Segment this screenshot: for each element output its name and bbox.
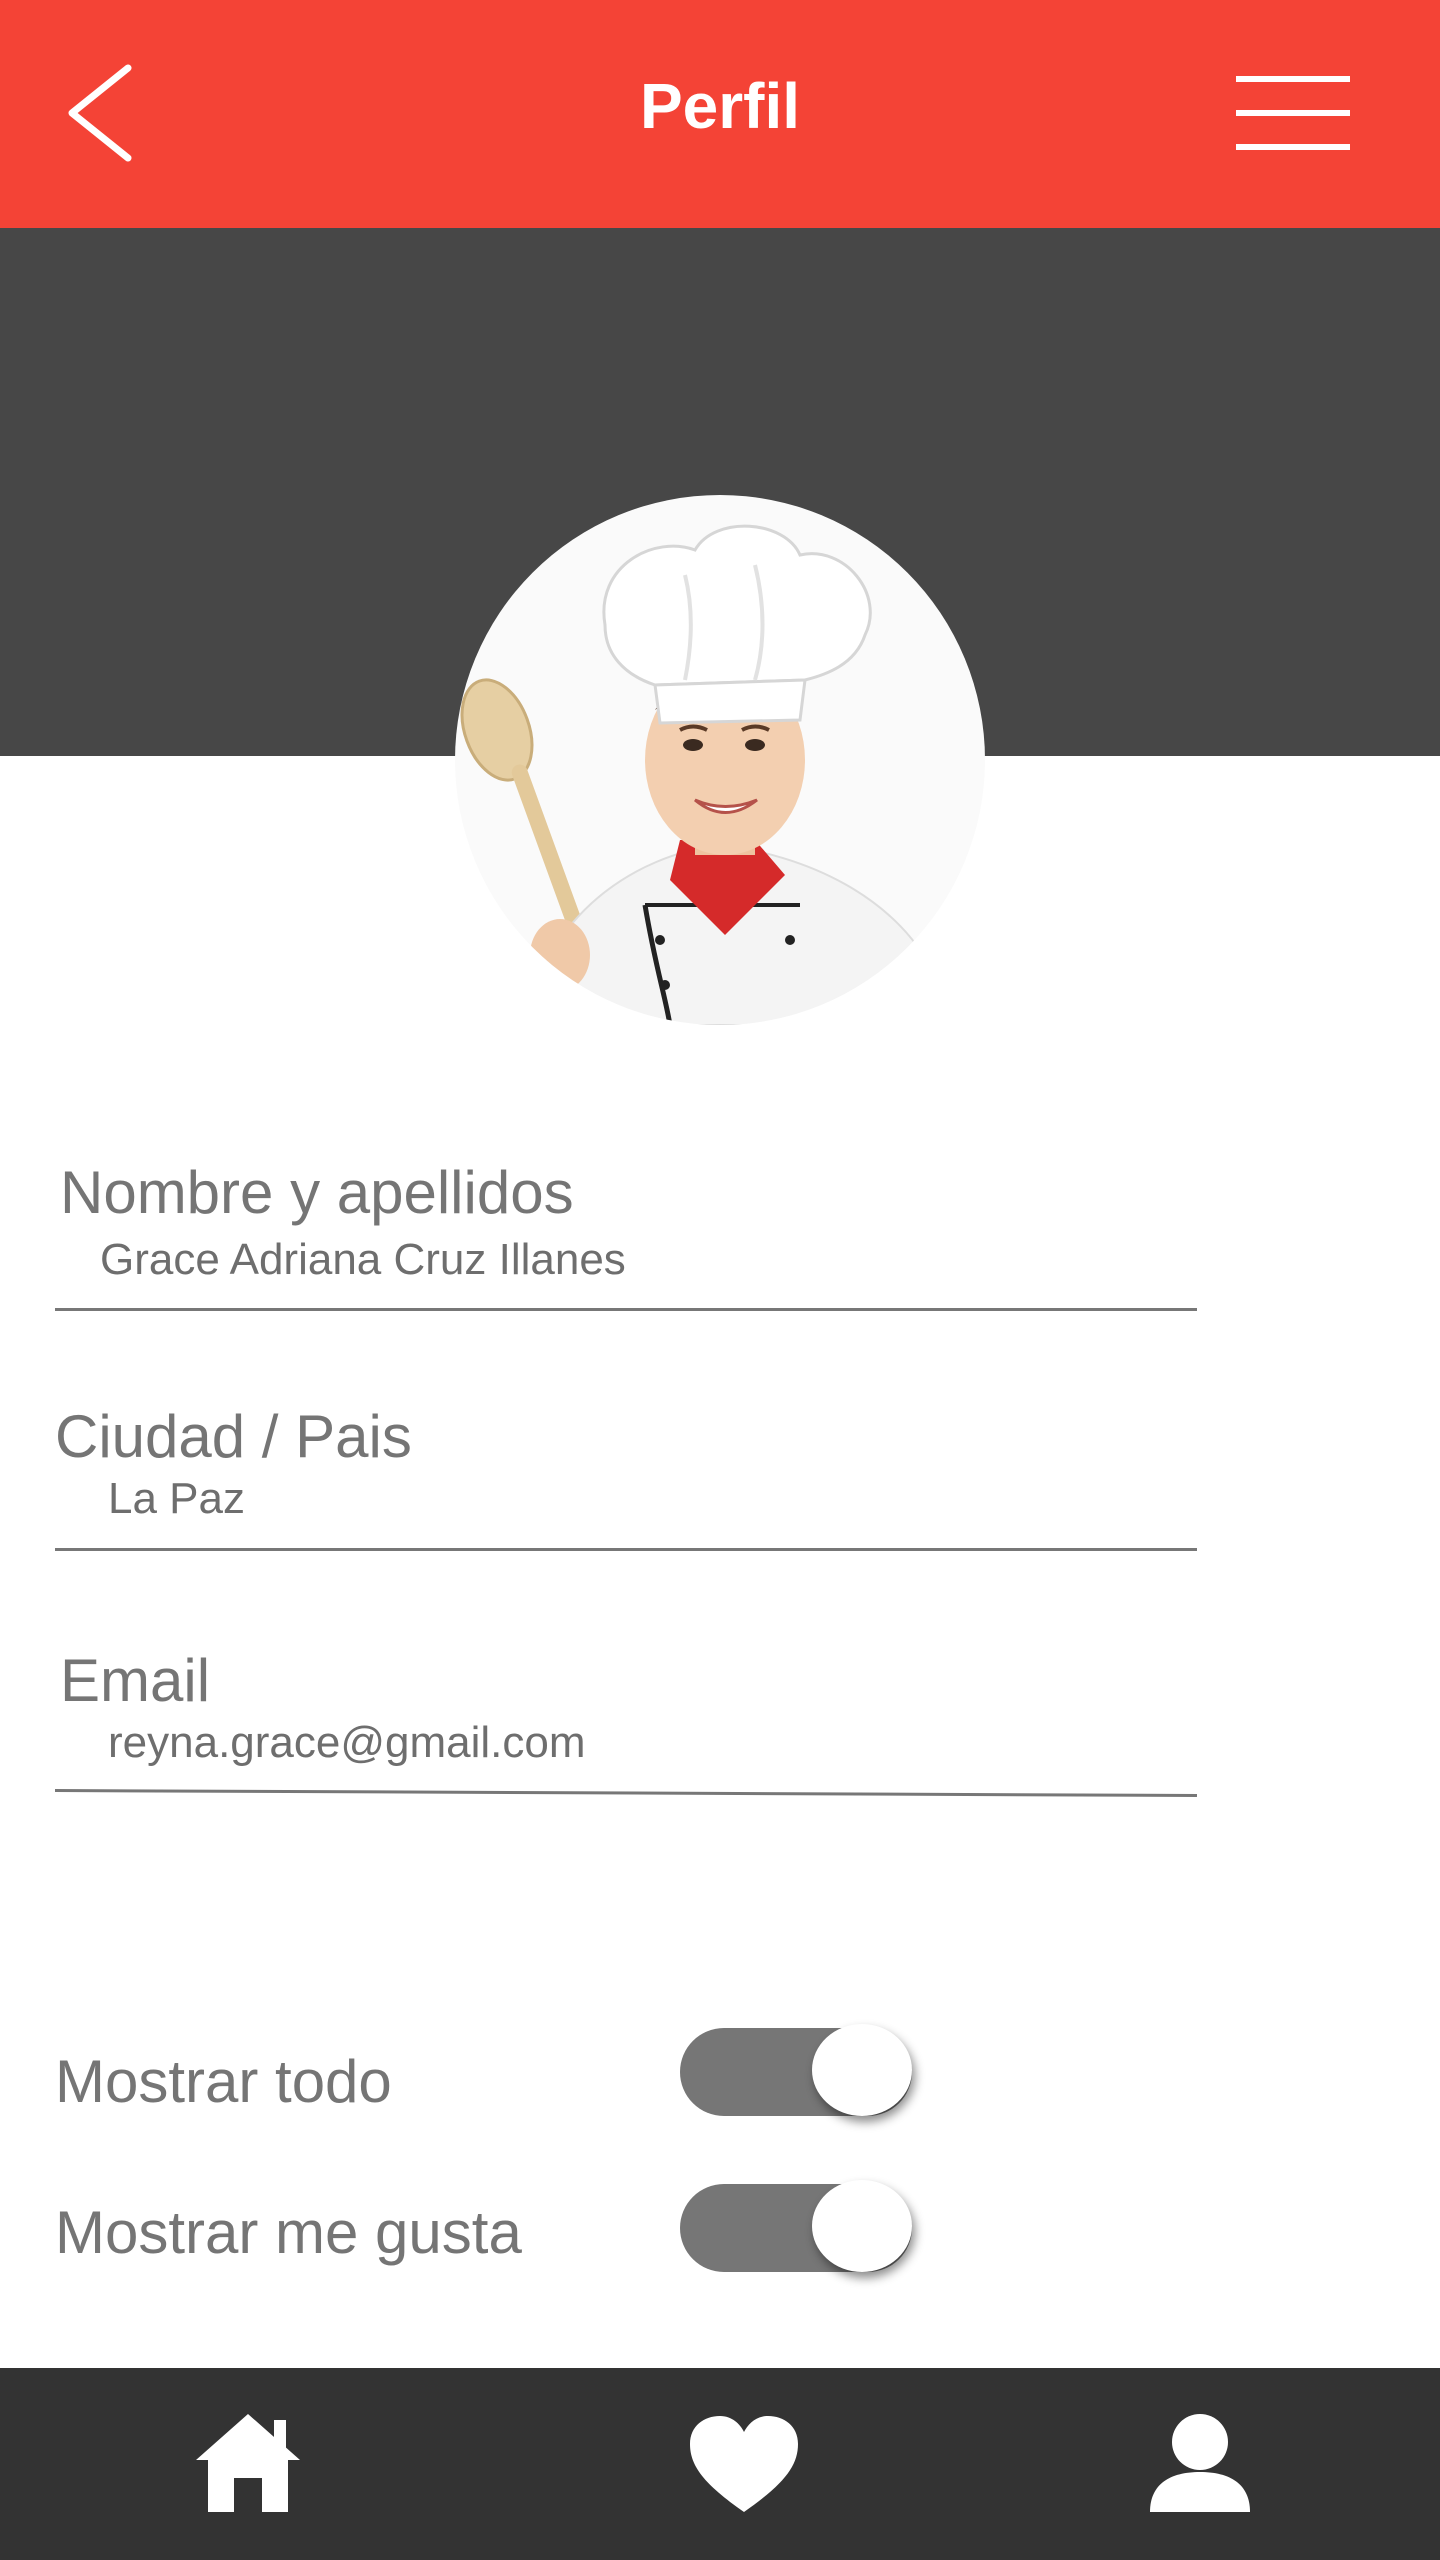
email-field-label: Email <box>60 1647 211 1714</box>
show-likes-toggle[interactable] <box>680 2180 912 2272</box>
bottom-nav <box>0 2368 1440 2560</box>
nav-home-button[interactable] <box>188 2408 308 2518</box>
show-all-label: Mostrar todo <box>55 2048 392 2115</box>
back-button[interactable] <box>56 58 146 168</box>
email-field-input[interactable] <box>108 1716 1188 1770</box>
home-icon <box>196 2414 300 2512</box>
city-field-input[interactable] <box>108 1472 1188 1526</box>
chef-woman-avatar <box>460 524 957 1025</box>
name-field-input[interactable] <box>100 1233 1190 1287</box>
show-likes-toggle-thumb <box>812 2180 912 2272</box>
nav-favorites-button[interactable] <box>684 2408 804 2518</box>
hamburger-menu-icon <box>1236 76 1350 150</box>
email-field-underline <box>54 1789 1197 1797</box>
name-field-underline <box>55 1308 1197 1311</box>
menu-button[interactable] <box>1230 70 1354 156</box>
show-all-toggle-thumb <box>812 2024 912 2116</box>
page-title: Perfil <box>639 70 801 142</box>
city-field-label: Ciudad / Pais <box>55 1403 412 1470</box>
city-field-underline <box>55 1548 1197 1551</box>
chevron-left-icon <box>68 64 132 162</box>
nav-profile-button[interactable] <box>1140 2408 1260 2518</box>
name-field-label: Nombre y apellidos <box>60 1159 574 1226</box>
heart-icon <box>690 2416 798 2512</box>
user-icon <box>1150 2414 1250 2512</box>
profile-avatar[interactable] <box>455 495 985 1025</box>
app-bar: Perfil <box>0 0 1440 228</box>
show-likes-label: Mostrar me gusta <box>55 2199 522 2266</box>
show-all-toggle[interactable] <box>680 2024 912 2116</box>
